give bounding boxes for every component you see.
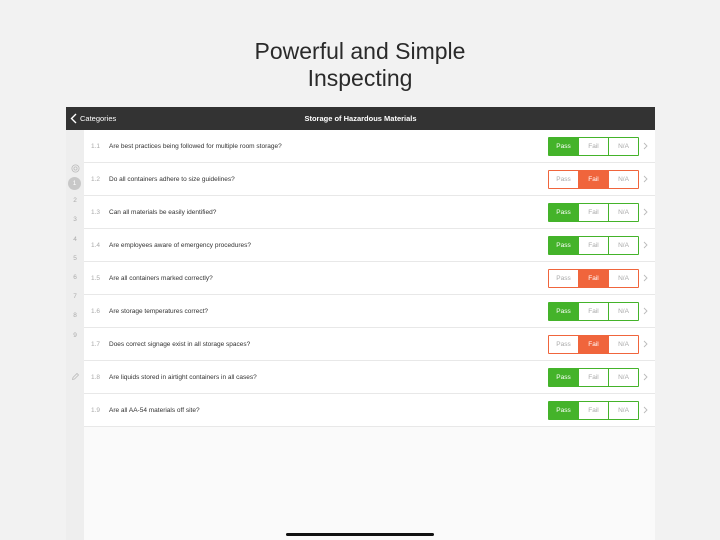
- result-selector: Pass Fail N/A: [548, 137, 639, 156]
- na-option-button[interactable]: N/A: [608, 336, 638, 353]
- chevron-right-icon[interactable]: [643, 306, 648, 316]
- na-option-button[interactable]: N/A: [608, 237, 638, 254]
- question-row[interactable]: 1.1 Are best practices being followed for…: [84, 130, 655, 163]
- question-number: 1.3: [91, 209, 101, 216]
- rail-item-6[interactable]: 6: [66, 274, 84, 281]
- question-number: 1.7: [91, 341, 101, 348]
- fail-option-button[interactable]: Fail: [578, 237, 608, 254]
- result-selector: Pass Fail N/A: [548, 236, 639, 255]
- chevron-right-icon[interactable]: [643, 372, 648, 382]
- na-option-button[interactable]: N/A: [608, 303, 638, 320]
- question-number: 1.6: [91, 308, 101, 315]
- fail-option-button[interactable]: Fail: [578, 336, 608, 353]
- result-selector: Pass Fail N/A: [548, 170, 639, 189]
- navigation-bar: Categories Storage of Hazardous Material…: [66, 107, 655, 130]
- na-option-button[interactable]: N/A: [608, 204, 638, 221]
- chevron-right-icon[interactable]: [643, 174, 648, 184]
- chevron-right-icon[interactable]: [643, 141, 648, 151]
- headline: Powerful and Simple Inspecting: [0, 38, 720, 92]
- question-text: Are all AA-54 materials off site?: [109, 407, 200, 414]
- chevron-right-icon[interactable]: [643, 339, 648, 349]
- result-selector: Pass Fail N/A: [548, 335, 639, 354]
- pass-option-button[interactable]: Pass: [549, 171, 578, 188]
- chevron-right-icon[interactable]: [643, 405, 648, 415]
- chevron-right-icon[interactable]: [643, 273, 648, 283]
- headline-line-2: Inspecting: [307, 65, 413, 91]
- home-indicator[interactable]: [286, 533, 434, 536]
- rail-item-5[interactable]: 5: [66, 255, 84, 262]
- question-number: 1.8: [91, 374, 101, 381]
- question-text: Does correct signage exist in all storag…: [109, 341, 251, 348]
- question-number: 1.5: [91, 275, 101, 282]
- rail-item-3[interactable]: 3: [66, 216, 84, 223]
- question-row[interactable]: 1.4 Are employees aware of emergency proc…: [84, 229, 655, 262]
- pass-option-button[interactable]: Pass: [549, 303, 578, 320]
- fail-option-button[interactable]: Fail: [578, 171, 608, 188]
- fail-option-button[interactable]: Fail: [578, 303, 608, 320]
- pass-option-button[interactable]: Pass: [549, 402, 578, 419]
- pass-option-button[interactable]: Pass: [549, 138, 578, 155]
- question-row[interactable]: 1.9 Are all AA-54 materials off site? Pass…: [84, 394, 655, 427]
- question-text: Can all materials be easily identified?: [109, 209, 217, 216]
- question-text: Are storage temperatures correct?: [109, 308, 208, 315]
- question-text: Are all containers marked correctly?: [109, 275, 213, 282]
- result-selector: Pass Fail N/A: [548, 368, 639, 387]
- na-option-button[interactable]: N/A: [608, 402, 638, 419]
- rail-item-7[interactable]: 7: [66, 293, 84, 300]
- chevron-left-icon: [70, 113, 77, 124]
- result-selector: Pass Fail N/A: [548, 203, 639, 222]
- fail-option-button[interactable]: Fail: [578, 138, 608, 155]
- back-button[interactable]: Categories: [70, 107, 116, 130]
- question-list: 1.1 Are best practices being followed for…: [84, 130, 655, 540]
- section-index-rail: 1 2 3 4 5 6 7 8 9: [66, 130, 84, 540]
- result-selector: Pass Fail N/A: [548, 269, 639, 288]
- question-number: 1.9: [91, 407, 101, 414]
- question-number: 1.2: [91, 176, 101, 183]
- pass-option-button[interactable]: Pass: [549, 336, 578, 353]
- chevron-right-icon[interactable]: [643, 240, 648, 250]
- question-row[interactable]: 1.8 Are liquids stored in airtight contai…: [84, 361, 655, 394]
- fail-option-button[interactable]: Fail: [578, 402, 608, 419]
- fail-option-button[interactable]: Fail: [578, 204, 608, 221]
- rail-item-1[interactable]: 1: [68, 177, 81, 190]
- question-text: Are best practices being followed for mu…: [109, 143, 282, 150]
- pencil-icon[interactable]: [66, 372, 84, 383]
- na-option-button[interactable]: N/A: [608, 369, 638, 386]
- rail-item-9[interactable]: 9: [66, 332, 84, 339]
- question-number: 1.1: [91, 143, 101, 150]
- rail-item-4[interactable]: 4: [66, 236, 84, 243]
- question-row[interactable]: 1.5 Are all containers marked correctly? P…: [84, 262, 655, 295]
- result-selector: Pass Fail N/A: [548, 401, 639, 420]
- fail-option-button[interactable]: Fail: [578, 369, 608, 386]
- na-option-button[interactable]: N/A: [608, 171, 638, 188]
- pass-option-button[interactable]: Pass: [549, 369, 578, 386]
- question-text: Are liquids stored in airtight container…: [109, 374, 257, 381]
- question-row[interactable]: 1.6 Are storage temperatures correct? Pass…: [84, 295, 655, 328]
- chevron-right-icon[interactable]: [643, 207, 648, 217]
- question-text: Are employees aware of emergency procedu…: [109, 242, 251, 249]
- app-screen: Categories Storage of Hazardous Material…: [66, 107, 655, 540]
- headline-line-1: Powerful and Simple: [254, 38, 466, 64]
- camera-icon[interactable]: [66, 164, 84, 175]
- pass-option-button[interactable]: Pass: [549, 237, 578, 254]
- na-option-button[interactable]: N/A: [608, 270, 638, 287]
- result-selector: Pass Fail N/A: [548, 302, 639, 321]
- question-number: 1.4: [91, 242, 101, 249]
- na-option-button[interactable]: N/A: [608, 138, 638, 155]
- nav-title: Storage of Hazardous Materials: [304, 114, 417, 123]
- fail-option-button[interactable]: Fail: [578, 270, 608, 287]
- pass-option-button[interactable]: Pass: [549, 204, 578, 221]
- rail-item-8[interactable]: 8: [66, 312, 84, 319]
- question-row[interactable]: 1.2 Do all containers adhere to size guid…: [84, 163, 655, 196]
- question-text: Do all containers adhere to size guideli…: [109, 176, 235, 183]
- question-row[interactable]: 1.3 Can all materials be easily identifie…: [84, 196, 655, 229]
- rail-item-2[interactable]: 2: [66, 197, 84, 204]
- back-button-label: Categories: [80, 114, 117, 123]
- question-row[interactable]: 1.7 Does correct signage exist in all sto…: [84, 328, 655, 361]
- pass-option-button[interactable]: Pass: [549, 270, 578, 287]
